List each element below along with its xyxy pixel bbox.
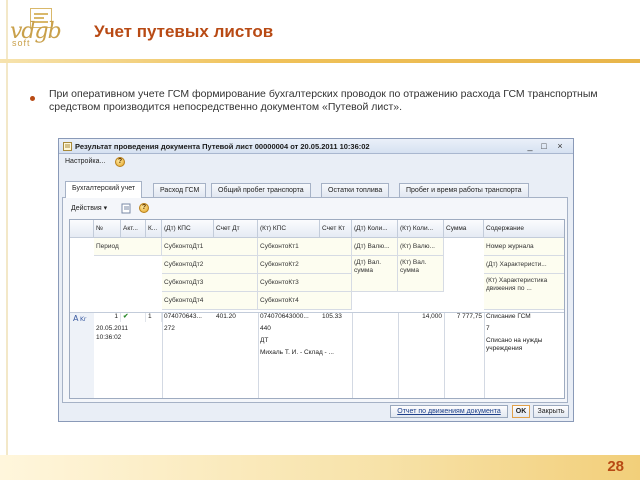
tab-fuel-balance[interactable]: Остатки топлива xyxy=(321,183,390,197)
col-header-kt-characteristic: (Кт) Характеристика движения по ... xyxy=(484,274,564,310)
col-header-kt-currency: (Кт) Валю... xyxy=(398,238,444,256)
col-header-kt-cur-sum: (Кт) Вал. сумма xyxy=(398,256,444,292)
edit-icon[interactable] xyxy=(121,203,132,214)
page-number: 28 xyxy=(607,458,624,475)
svg-text:A: A xyxy=(73,314,79,323)
tab-total-mileage[interactable]: Общий пробег транспорта xyxy=(211,183,311,197)
actions-menu[interactable]: Действия ▾ xyxy=(71,204,107,212)
window-button-bar: Отчет по движениям документа OK Закрыть xyxy=(59,404,573,421)
col-header-dt-cur-sum: (Дт) Вал. сумма xyxy=(352,256,398,292)
row-note[interactable]: Списано на нужды учреждения xyxy=(484,336,554,354)
col-header-dt-subconto3: СубконтоДт3 xyxy=(162,274,258,292)
col-header-number[interactable]: № xyxy=(94,220,121,238)
col-header-content[interactable]: Содержание xyxy=(484,220,564,238)
grid-line xyxy=(444,312,445,398)
col-header-amount[interactable]: Сумма xyxy=(444,220,484,238)
row-journal-number[interactable]: 7 xyxy=(484,324,564,334)
row-separator xyxy=(70,312,564,313)
col-header-kt-subconto2: СубконтоКт2 xyxy=(258,256,352,274)
grid-line xyxy=(258,312,259,398)
col-header-dt-account[interactable]: Счет Дт xyxy=(214,220,258,238)
row-dt-subconto1[interactable]: 272 xyxy=(162,324,258,334)
col-header-kor[interactable]: К... xyxy=(146,220,162,238)
settings-button[interactable]: Настройка... xyxy=(65,158,105,165)
row-content[interactable]: Списание ГСМ xyxy=(484,312,564,322)
col-header-kt-qty[interactable]: (Кт) Коли... xyxy=(398,220,444,238)
row-number[interactable]: 1 xyxy=(94,312,121,322)
row-dt-kps[interactable]: 074070643... xyxy=(162,312,214,322)
col-header-dt-currency: (Дт) Валю... xyxy=(352,238,398,256)
col-header-active[interactable]: Акт... xyxy=(121,220,146,238)
col-header-dt-kps[interactable]: (Дт) КПС xyxy=(162,220,214,238)
logo-sub: soft xyxy=(12,38,31,48)
document-result-window: Результат проведения документа Путевой л… xyxy=(58,138,574,422)
tab-panel-accounting: Действия ▾ ? № Акт... К... (Дт) КПС Счет… xyxy=(62,197,568,403)
minimize-icon[interactable]: _ xyxy=(525,141,535,151)
col-header-journal: Номер журнала xyxy=(484,238,564,256)
col-header-kt-subconto4: СубконтоКт4 xyxy=(258,292,352,310)
col-header-kt-subconto1: СубконтоКт1 xyxy=(258,238,352,256)
col-header-dt-qty[interactable]: (Дт) Коли... xyxy=(352,220,398,238)
col-header-dt-characteristic: (Дт) Характеристи... xyxy=(484,256,564,274)
active-check-icon: ✔ xyxy=(121,312,146,322)
tab-mileage-time[interactable]: Пробег и время работы транспорта xyxy=(399,183,529,197)
actions-label: Действия xyxy=(71,205,102,212)
col-header-dt-subconto4: СубконтоДт4 xyxy=(162,292,258,310)
vdgb-soft-logo: vdgb soft xyxy=(10,4,70,52)
maximize-icon[interactable]: □ xyxy=(539,141,549,151)
row-dt-account[interactable]: 401.20 xyxy=(214,312,258,322)
row-kt-subconto2[interactable]: ДТ xyxy=(258,336,352,346)
panel-toolbar: Действия ▾ ? xyxy=(69,201,559,215)
col-header-kt-account[interactable]: Счет Кт xyxy=(320,220,352,238)
col-header-kt-kps[interactable]: (Кт) КПС xyxy=(258,220,320,238)
row-marker-cell: A Kr xyxy=(70,312,94,398)
row-period-time[interactable]: 10:36:02 xyxy=(94,333,162,343)
slide-footer-band xyxy=(0,455,640,480)
row-kt-subconto3[interactable]: Михаль Т. И. - Склад - ... xyxy=(258,348,352,358)
title-divider xyxy=(0,59,640,63)
close-button[interactable]: Закрыть xyxy=(533,405,569,418)
bullet-text: При оперативном учете ГСМ формирование б… xyxy=(49,88,598,113)
slide-title: Учет путевых листов xyxy=(94,22,274,41)
window-toolbar: Настройка... ? xyxy=(61,156,571,170)
grid-line xyxy=(162,312,163,398)
col-header-kt-subconto3: СубконтоКт3 xyxy=(258,274,352,292)
row-kt-subconto1[interactable]: 440 xyxy=(258,324,352,334)
close-icon[interactable]: × xyxy=(555,141,565,151)
row-kor[interactable]: 1 xyxy=(146,312,162,322)
report-movements-button[interactable]: Отчет по движениям документа xyxy=(390,405,508,418)
row-kt-kps[interactable]: 074070643000... xyxy=(258,312,320,322)
grid-line xyxy=(352,312,353,398)
panel-help-icon[interactable]: ? xyxy=(139,203,149,213)
help-icon[interactable]: ? xyxy=(115,157,125,167)
postings-table: № Акт... К... (Дт) КПС Счет Дт (Кт) КПС … xyxy=(69,219,565,399)
tab-accounting[interactable]: Бухгалтерский учет xyxy=(65,181,143,198)
col-header-dt-subconto2: СубконтоДт2 xyxy=(162,256,258,274)
window-titlebar[interactable]: Результат проведения документа Путевой л… xyxy=(59,139,573,154)
col-header-period: Период xyxy=(94,238,162,256)
col-header-marker xyxy=(70,220,94,238)
ok-button[interactable]: OK xyxy=(512,405,530,418)
grid-line xyxy=(398,312,399,398)
svg-text:Kr: Kr xyxy=(80,316,87,323)
tab-fuel-consumption[interactable]: Расход ГСМ xyxy=(153,183,207,197)
posting-row-icon: A Kr xyxy=(73,314,87,323)
row-amount[interactable]: 7 777,75 xyxy=(444,312,484,322)
grid-line xyxy=(484,312,485,398)
row-kt-qty[interactable]: 14,000 xyxy=(398,312,444,322)
bullet-marker xyxy=(30,96,35,101)
col-header-dt-subconto1: СубконтоДт1 xyxy=(162,238,258,256)
slide-left-rule xyxy=(6,0,8,480)
document-icon xyxy=(63,142,72,151)
chevron-down-icon: ▾ xyxy=(103,205,108,212)
row-kt-account[interactable]: 105.33 xyxy=(320,312,352,322)
window-title: Результат проведения документа Путевой л… xyxy=(75,142,370,151)
